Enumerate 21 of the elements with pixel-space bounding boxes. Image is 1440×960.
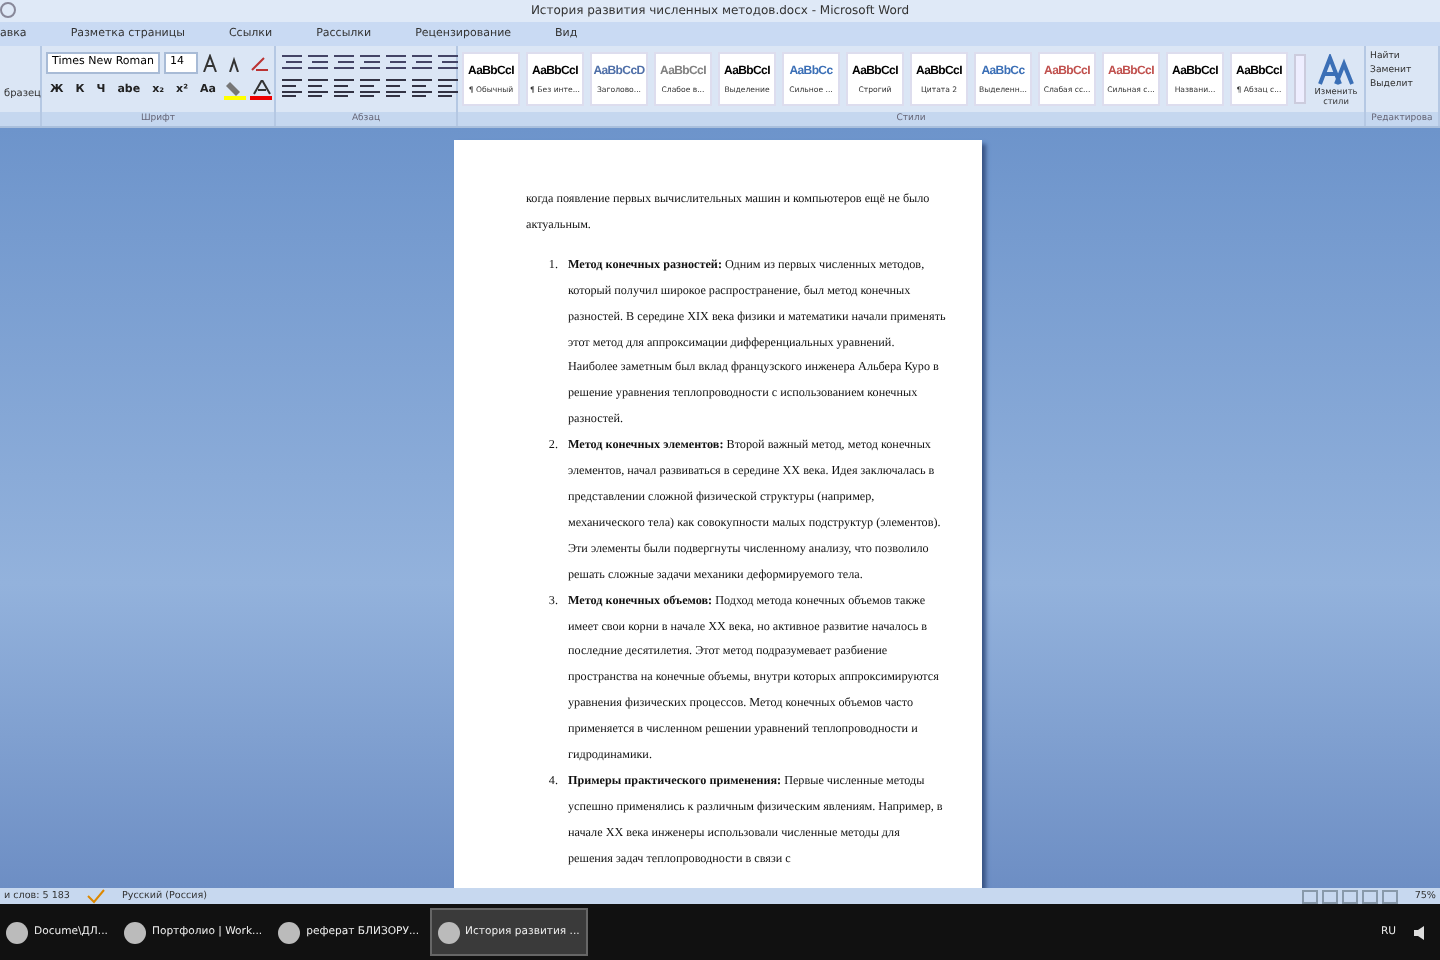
- highlight-icon[interactable]: [223, 80, 246, 100]
- paragraph-tool-icon[interactable]: [332, 52, 354, 72]
- paragraph-tool-icon[interactable]: [384, 52, 406, 72]
- font-color-icon[interactable]: [249, 80, 272, 100]
- clear-format-icon[interactable]: [250, 53, 270, 73]
- styles-scroll-bar[interactable]: [1294, 54, 1306, 104]
- align-icon[interactable]: [410, 78, 432, 98]
- align-icon[interactable]: [332, 78, 354, 98]
- paragraph-tool-icon[interactable]: [436, 52, 458, 72]
- align-icon[interactable]: [436, 78, 458, 98]
- align-icon[interactable]: [358, 78, 380, 98]
- paragraph-tool-icon[interactable]: [306, 52, 328, 72]
- align-icon[interactable]: [280, 78, 302, 98]
- align-icon[interactable]: [306, 78, 328, 98]
- quick-access-icon[interactable]: [0, 2, 16, 18]
- group-label-bar: [0, 112, 40, 126]
- grow-font-icon[interactable]: [202, 53, 222, 73]
- paragraph-tool-icon[interactable]: [280, 52, 302, 72]
- paragraph-tool-icon[interactable]: [410, 52, 432, 72]
- align-icon[interactable]: [384, 78, 406, 98]
- paragraph-tool-icon[interactable]: [358, 52, 380, 72]
